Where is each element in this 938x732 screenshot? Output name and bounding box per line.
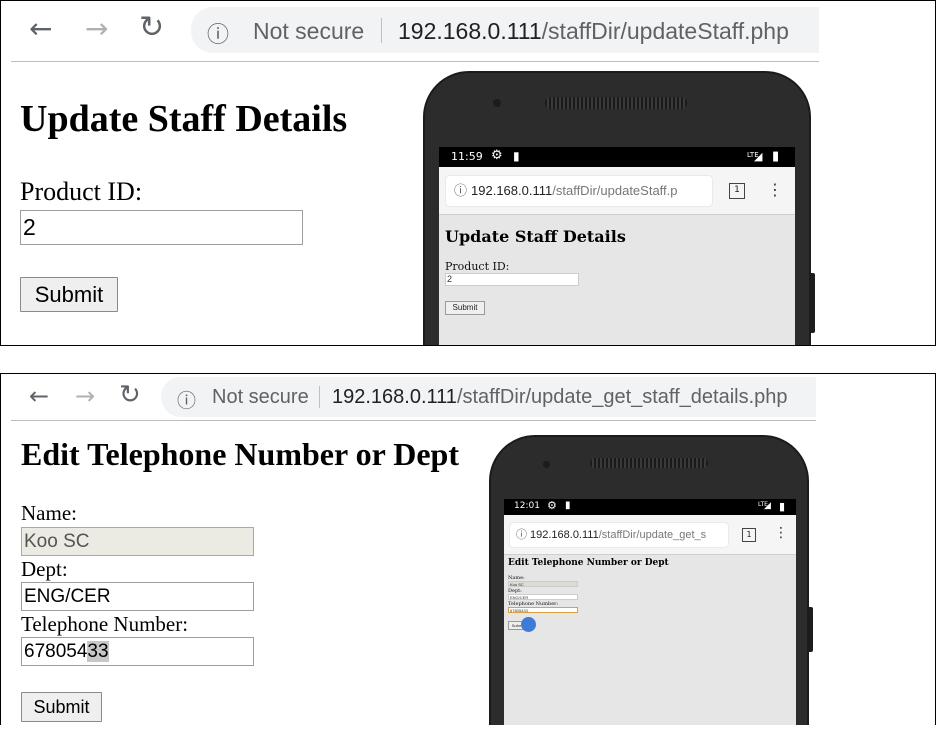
page-title: Update Staff Details [20,98,348,140]
reload-icon[interactable]: ↻ [119,382,141,408]
mobile-url-path: /staffDir/updateStaff.p [552,183,678,198]
status-time: 12:01 [514,501,540,511]
not-secure-label: Not secure [212,386,309,408]
phone-screen: 11:59 ⚙ ▮ LTE ◢ ▮ ⓘ 192.168.0.111/staffDi… [439,147,795,345]
status-bar: 12:01 ⚙ ▮ LTE ◢ ▮ [504,499,796,515]
mobile-name-input[interactable]: Koo SC [508,581,578,587]
mobile-browser-bar: ⓘ 192.168.0.111/staffDir/update_get_s 1 ⋮ [504,515,796,555]
mobile-telephone-input[interactable]: 67805433 [508,607,578,613]
toolbar-divider [11,420,816,421]
telephone-input[interactable]: 67805433 [21,637,254,666]
forward-arrow-icon[interactable]: → [75,384,95,408]
telephone-label: Telephone Number: [21,612,189,636]
mobile-page-title: Update Staff Details [445,227,626,246]
url-path: /staffDir/update_get_staff_details.php [456,386,788,408]
back-arrow-icon[interactable]: ← [29,384,49,408]
battery-icon: ▮ [772,149,780,164]
mobile-address-bar[interactable]: ⓘ 192.168.0.111/staffDir/updateStaff.p [446,176,712,206]
mobile-address-bar[interactable]: ⓘ 192.168.0.111/staffDir/update_get_s [510,523,728,547]
battery-icon: ▮ [779,500,786,513]
edit-staff-screenshot: ← → ↻ ⓘ Not secure 192.168.0.111/staffDi… [0,373,936,725]
signal-icon: ◢ [764,501,771,511]
tab-switcher-button[interactable]: 1 [729,183,745,199]
dept-input[interactable]: ENG/CER [21,582,254,611]
address-separator [319,386,320,408]
phone-mockup: 11:59 ⚙ ▮ LTE ◢ ▮ ⓘ 192.168.0.111/staffDi… [423,71,815,345]
url-path: /staffDir/updateStaff.php [541,18,789,44]
side-button [811,273,815,333]
toolbar-divider [11,61,819,62]
url-text[interactable]: 192.168.0.111/staffDir/update_get_staff_… [332,386,788,409]
mobile-submit-button[interactable]: Submit [445,301,485,315]
speaker-grille [590,458,708,468]
telephone-selected-text: 33 [87,641,109,662]
url-host: 192.168.0.111 [332,386,457,408]
overflow-menu-icon[interactable]: ⋮ [774,525,788,541]
back-arrow-icon[interactable]: ← [29,15,52,43]
mobile-url-host: 192.168.0.111 [471,183,553,198]
front-camera [493,99,501,107]
side-button [809,607,813,652]
info-icon[interactable]: ⓘ [454,184,467,199]
update-staff-screenshot: ← → ↻ ⓘ Not secure 192.168.0.111/staffDi… [0,0,936,346]
mobile-product-id-input[interactable]: 2 [445,273,579,286]
info-icon[interactable]: ⓘ [177,386,196,413]
telephone-text: 678054 [24,641,88,662]
mobile-browser-bar: ⓘ 192.168.0.111/staffDir/updateStaff.p 1 … [439,167,795,215]
address-bar[interactable]: ⓘ Not secure 192.168.0.111/staffDir/upda… [161,377,816,417]
forward-arrow-icon[interactable]: → [85,15,108,43]
submit-button[interactable]: Submit [21,692,102,722]
mobile-url-host: 192.168.0.111 [530,529,599,541]
tab-switcher-button[interactable]: 1 [742,528,756,542]
product-id-input[interactable]: 2 [20,210,303,245]
signal-icon: ◢ [754,150,763,163]
url-host: 192.168.0.111 [398,18,542,44]
address-separator [381,18,382,43]
info-icon[interactable]: ⓘ [207,17,229,49]
status-time: 11:59 [451,150,483,163]
url-text[interactable]: 192.168.0.111/staffDir/updateStaff.php [398,18,789,45]
settings-icon: ⚙ [547,499,557,512]
mobile-url-path: /staffDir/update_get_s [598,529,707,541]
reload-icon[interactable]: ↻ [139,13,164,43]
dept-label: Dept: [21,557,68,581]
mobile-dept-input[interactable]: ENG/CER [508,594,578,600]
name-label: Name: [21,501,77,525]
overflow-menu-icon[interactable]: ⋮ [767,180,783,199]
sd-card-icon: ▮ [565,500,571,511]
info-icon[interactable]: ⓘ [516,528,527,541]
address-bar[interactable]: ⓘ Not secure 192.168.0.111/staffDir/upda… [191,7,819,53]
page-title: Edit Telephone Number or Dept [21,436,459,472]
mobile-product-id-label: Product ID: [445,260,510,273]
settings-icon: ⚙ [491,148,503,163]
phone-mockup: 12:01 ⚙ ▮ LTE ◢ ▮ ⓘ 192.168.0.111/staffDi… [489,435,813,725]
product-id-label: Product ID: [20,177,143,206]
status-bar: 11:59 ⚙ ▮ LTE ◢ ▮ [439,147,795,167]
sd-card-icon: ▮ [513,149,520,163]
phone-screen: 12:01 ⚙ ▮ LTE ◢ ▮ ⓘ 192.168.0.111/staffDi… [504,499,796,725]
front-camera [543,461,550,468]
name-input[interactable]: Koo SC [21,527,254,556]
touch-indicator [521,617,536,632]
speaker-grille [545,97,687,109]
not-secure-label: Not secure [253,18,365,44]
mobile-page-title: Edit Telephone Number or Dept [508,558,669,568]
submit-button[interactable]: Submit [20,277,118,312]
